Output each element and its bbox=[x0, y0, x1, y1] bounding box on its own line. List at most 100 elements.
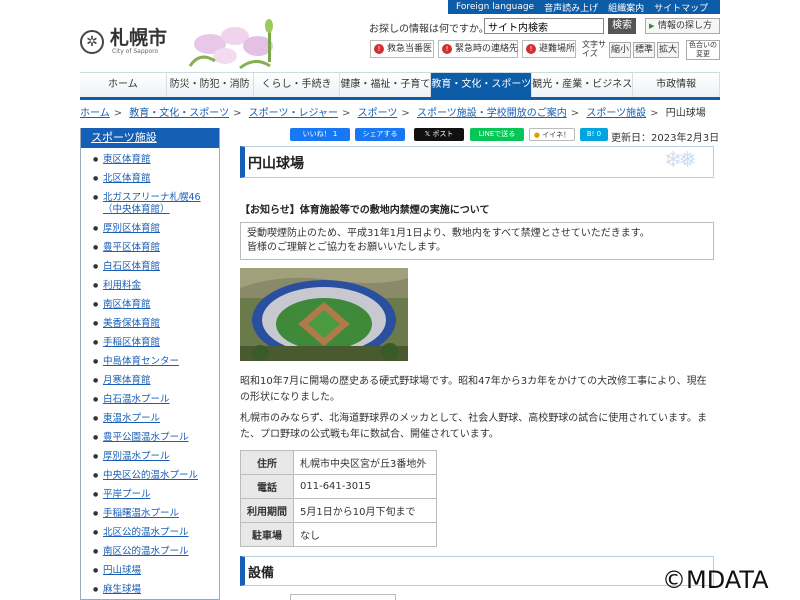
snowflake-icon: ❄❅ bbox=[664, 148, 697, 173]
facebook-like-button[interactable]: いいね！ 1 bbox=[290, 128, 350, 141]
watermark: ©MDATA bbox=[662, 566, 769, 594]
nav-tourism[interactable]: 観光・産業・ビジネス bbox=[532, 73, 634, 97]
sidebar-item[interactable]: 豊平公園温水プール bbox=[93, 432, 211, 444]
row-label: 利用期間 bbox=[240, 498, 294, 523]
sidebar-item[interactable]: 南区体育館 bbox=[93, 299, 211, 311]
row-value: 011-641-3015 bbox=[293, 474, 437, 499]
breadcrumb-link[interactable]: スポーツ施設・学校開放のご案内 bbox=[417, 108, 567, 119]
speech-link[interactable]: 音声読み上げ bbox=[544, 1, 598, 14]
sidebar-item[interactable]: 手稲区体育館 bbox=[93, 337, 211, 349]
sidebar-item[interactable]: 白石温水プール bbox=[93, 394, 211, 406]
breadcrumb-link[interactable]: ホーム bbox=[80, 108, 110, 119]
lilac-decoration bbox=[188, 19, 273, 70]
sidebar: スポーツ施設 東区体育館 北区体育館 北ガスアリーナ札幌46（中央体育館） 厚別… bbox=[80, 128, 220, 600]
emergency-contact-button[interactable]: ! 緊急時の連絡先 bbox=[438, 40, 518, 58]
sidebar-item[interactable]: 月寒体育館 bbox=[93, 375, 211, 387]
page-title-box bbox=[240, 146, 714, 178]
stadium-photo bbox=[240, 268, 408, 361]
alert-icon: ! bbox=[526, 44, 536, 54]
notice-box: 受動喫煙防止のため、平成31年1月1日より、敷地内をすべて禁煙とさせていただきま… bbox=[240, 222, 714, 260]
breadcrumb-current: 円山球場 bbox=[665, 108, 706, 119]
sidebar-item[interactable]: 利用料金 bbox=[93, 280, 211, 292]
notice-text: 皆様のご理解とご協力をお願いいたします。 bbox=[247, 242, 446, 253]
line-send-button[interactable]: LINEで送る bbox=[470, 128, 524, 141]
sidebar-title[interactable]: スポーツ施設 bbox=[81, 128, 219, 148]
evacuation-site-button[interactable]: ! 避難場所 bbox=[522, 40, 576, 58]
foreign-language-link[interactable]: Foreign language bbox=[456, 2, 534, 12]
facility-heading-box bbox=[240, 556, 714, 586]
facebook-share-button[interactable]: シェアする bbox=[355, 128, 405, 141]
sidebar-item[interactable]: 東温水プール bbox=[93, 413, 211, 425]
sidebar-item[interactable]: 美香保体育館 bbox=[93, 318, 211, 330]
table-row: 利用期間 5月1日から10月下旬まで bbox=[240, 498, 437, 523]
notice-text: 受動喫煙防止のため、平成31年1月1日より、敷地内をすべて禁煙とさせていただきま… bbox=[247, 228, 650, 239]
sidebar-item[interactable]: 東区体育館 bbox=[93, 154, 211, 166]
row-label: 住所 bbox=[240, 450, 294, 475]
row-label: 電話 bbox=[240, 474, 294, 499]
sidebar-item[interactable]: 南区公的温水プール bbox=[93, 546, 211, 558]
sidebar-item[interactable]: 平岸プール bbox=[93, 489, 211, 501]
nav-home[interactable]: ホーム bbox=[80, 73, 167, 97]
row-value: なし bbox=[293, 522, 437, 547]
emergency-doctor-button[interactable]: ! 救急当番医 bbox=[370, 40, 434, 58]
sitemap-link[interactable]: サイトマップ bbox=[654, 1, 708, 14]
x-post-button[interactable]: 𝕏 ポスト bbox=[414, 128, 464, 141]
utility-bar: Foreign language 音声読み上げ 組織案内 サイトマップ bbox=[448, 0, 720, 14]
table-row: 電話 011-641-3015 bbox=[240, 474, 437, 499]
sidebar-item[interactable]: 北ガスアリーナ札幌46（中央体育館） bbox=[93, 192, 211, 216]
row-value: 札幌市中央区宮が丘3番地外 bbox=[293, 450, 437, 475]
sidebar-list: 東区体育館 北区体育館 北ガスアリーナ札幌46（中央体育館） 厚別区体育館 豊平… bbox=[81, 148, 219, 596]
search-prompt: お探しの情報は何ですか。 bbox=[369, 24, 489, 35]
page-title: 円山球場 bbox=[248, 156, 304, 172]
logo-subtitle: City of Sapporo bbox=[112, 48, 159, 55]
font-larger-button[interactable]: 拡大 bbox=[657, 42, 679, 58]
global-nav: ホーム 防災・防犯・消防 くらし・手続き 健康・福祉・子育て 教育・文化・スポー… bbox=[80, 72, 720, 100]
sidebar-item[interactable]: 中央区公的温水プール bbox=[93, 470, 211, 482]
how-to-find-button[interactable]: 情報の探し方 bbox=[645, 18, 720, 34]
sidebar-item[interactable]: 白石区体育館 bbox=[93, 261, 211, 273]
sidebar-item[interactable]: 厚別温水プール bbox=[93, 451, 211, 463]
sidebar-item-current[interactable]: 円山球場 bbox=[93, 565, 211, 577]
row-value: 5月1日から10月下旬まで bbox=[293, 498, 437, 523]
sidebar-item[interactable]: 厚別区体育館 bbox=[93, 223, 211, 235]
breadcrumb: ホーム > 教育・文化・スポーツ > スポーツ・レジャー > スポーツ > スポーツ施設… bbox=[80, 108, 706, 119]
sidebar-item[interactable]: 麻生球場 bbox=[93, 584, 211, 596]
facility-table bbox=[290, 594, 396, 600]
alert-icon: ! bbox=[442, 44, 452, 54]
city-emblem-icon: ✲ bbox=[80, 29, 104, 54]
font-smaller-button[interactable]: 縮小 bbox=[609, 42, 631, 58]
table-row: 駐車場 なし bbox=[240, 522, 437, 547]
organization-link[interactable]: 組織案内 bbox=[608, 1, 644, 14]
site-search-input[interactable] bbox=[484, 18, 604, 34]
color-change-button[interactable]: 色合いの変更 bbox=[686, 40, 720, 60]
sidebar-item[interactable]: 豊平区体育館 bbox=[93, 242, 211, 254]
breadcrumb-link[interactable]: 教育・文化・スポーツ bbox=[129, 108, 229, 119]
sidebar-item[interactable]: 北区公的温水プール bbox=[93, 527, 211, 539]
sidebar-item[interactable]: 中島体育センター bbox=[93, 356, 211, 368]
font-standard-button[interactable]: 標準 bbox=[633, 42, 655, 58]
updated-date: 更新日：2023年2月3日 bbox=[611, 133, 720, 144]
nav-health[interactable]: 健康・福祉・子育て bbox=[340, 73, 432, 97]
search-button[interactable]: 検索 bbox=[608, 18, 636, 34]
mixi-icon: ● bbox=[533, 131, 543, 139]
description-paragraph: 昭和10年7月に開場の歴史ある硬式野球場です。昭和47年から3カ年をかけての大改… bbox=[240, 376, 707, 403]
mixi-check-button[interactable]: ● イイネ！ bbox=[529, 128, 575, 141]
nav-life[interactable]: くらし・手続き bbox=[253, 73, 341, 97]
nav-education[interactable]: 教育・文化・スポーツ bbox=[431, 73, 533, 97]
nav-disaster[interactable]: 防災・防犯・消防 bbox=[166, 73, 254, 97]
facility-info-table: 住所 札幌市中央区宮が丘3番地外 電話 011-641-3015 利用期間 5月… bbox=[240, 450, 437, 547]
section-heading: 設備 bbox=[248, 566, 275, 581]
site-logo[interactable]: ✲ 札幌市 City of Sapporo bbox=[80, 28, 167, 55]
sidebar-item[interactable]: 手稲曙温水プール bbox=[93, 508, 211, 520]
notice-heading: 【お知らせ】体育施設等での敷地内禁煙の実施について bbox=[240, 205, 490, 216]
breadcrumb-link[interactable]: スポーツ bbox=[358, 108, 398, 119]
nav-city-info[interactable]: 市政情報 bbox=[633, 73, 720, 97]
alert-icon: ! bbox=[374, 44, 384, 54]
sidebar-item[interactable]: 北区体育館 bbox=[93, 173, 211, 185]
font-size-label: 文字サイズ bbox=[582, 40, 606, 58]
table-row: 住所 札幌市中央区宮が丘3番地外 bbox=[240, 450, 437, 475]
logo-name: 札幌市 bbox=[110, 27, 168, 49]
hatena-bookmark-button[interactable]: B! 0 bbox=[580, 128, 608, 141]
breadcrumb-link[interactable]: スポーツ・レジャー bbox=[249, 108, 338, 119]
breadcrumb-link[interactable]: スポーツ施設 bbox=[586, 108, 646, 119]
